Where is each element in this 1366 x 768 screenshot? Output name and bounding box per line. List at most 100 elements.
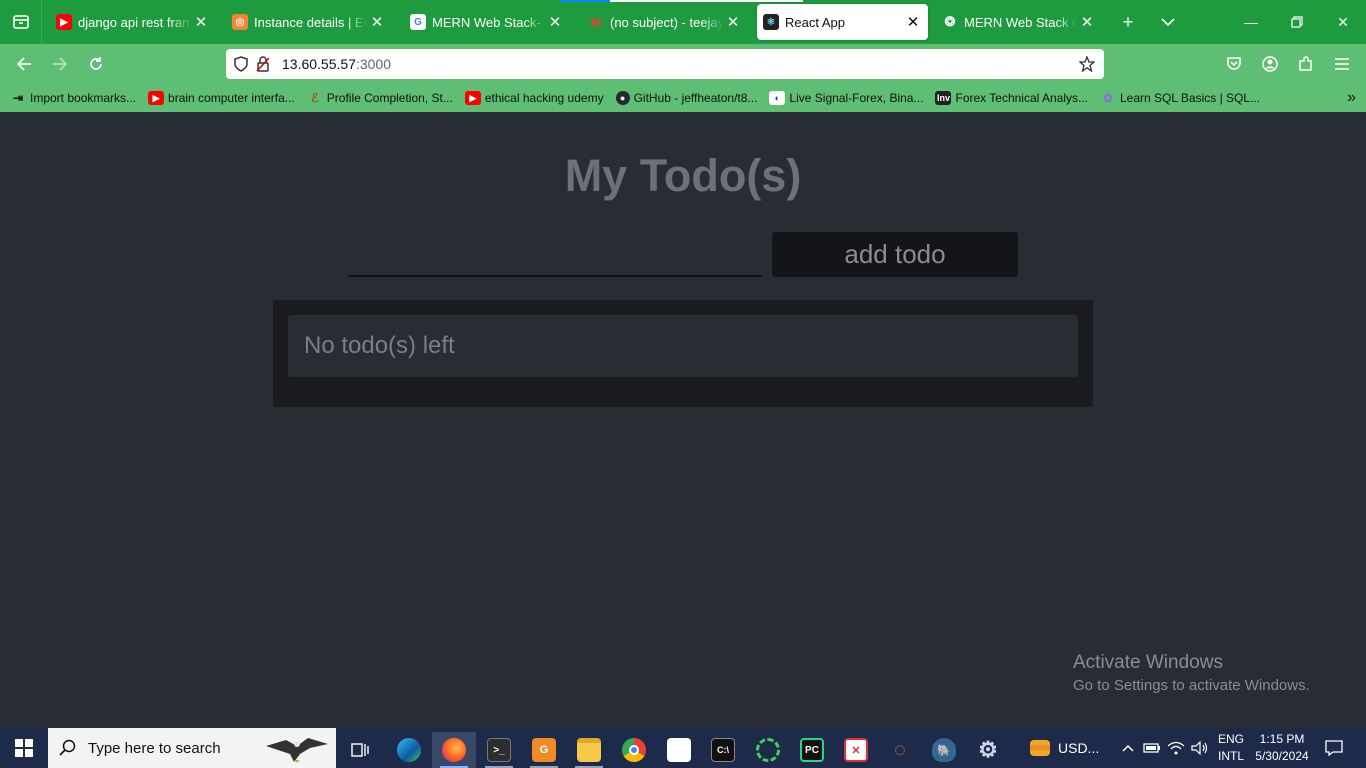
terminal-icon[interactable]: >_ bbox=[477, 732, 521, 768]
page-content: My Todo(s) add todo No todo(s) left Acti… bbox=[0, 112, 1366, 728]
command-prompt-icon[interactable]: C:\ bbox=[701, 732, 745, 768]
bookmark-forex-technical[interactable]: Inv Forex Technical Analys... bbox=[935, 91, 1088, 105]
url-host: 13.60.55.57 bbox=[282, 56, 356, 72]
gpu-z-icon[interactable]: G bbox=[522, 732, 566, 768]
bookmark-label: ethical hacking udemy bbox=[484, 91, 604, 105]
jupyter-icon[interactable]: ◌ bbox=[878, 732, 922, 768]
forward-arrow-icon[interactable] bbox=[46, 50, 74, 78]
crossover-icon[interactable]: ✕ bbox=[834, 732, 878, 768]
page-title: My Todo(s) bbox=[564, 150, 802, 201]
close-icon[interactable]: ✕ bbox=[192, 13, 210, 31]
clock-date: 5/30/2024 bbox=[1255, 749, 1309, 763]
firefox-icon[interactable] bbox=[432, 732, 476, 768]
restore-icon[interactable] bbox=[1274, 0, 1320, 44]
react-icon: ⚛ bbox=[763, 14, 779, 30]
tab-load-indicator bbox=[610, 0, 803, 2]
signal-icon: ◐ bbox=[769, 91, 786, 105]
import-icon: ⇥ bbox=[12, 91, 24, 105]
bookmark-label: Live Signal-Forex, Bina... bbox=[789, 91, 924, 105]
settings-gear-icon[interactable]: ⚙ bbox=[966, 732, 1010, 768]
task-view-icon[interactable] bbox=[338, 732, 382, 768]
reload-icon[interactable] bbox=[82, 50, 110, 78]
spinner-app-icon[interactable] bbox=[746, 732, 790, 768]
pycharm-icon[interactable]: PC bbox=[790, 732, 834, 768]
postgresql-icon[interactable]: 🐘 bbox=[922, 732, 966, 768]
bookmark-github[interactable]: ● GitHub - jeffheaton/t8... bbox=[615, 91, 757, 105]
close-icon[interactable]: ✕ bbox=[1078, 13, 1096, 31]
sql-icon: ✿ bbox=[1102, 91, 1114, 105]
close-icon[interactable]: ✕ bbox=[904, 13, 922, 31]
gmail-icon: M bbox=[590, 14, 602, 30]
clock[interactable]: 1:15 PM 5/30/2024 bbox=[1254, 732, 1310, 763]
bookmark-label: Import bookmarks... bbox=[30, 91, 137, 105]
bookmark-label: Learn SQL Basics | SQL... bbox=[1120, 91, 1261, 105]
navigation-bar: 13.60.55.57:3000 bbox=[0, 44, 1366, 84]
tab-mern-web-stack[interactable]: G MERN Web Stack- 108 ✕ bbox=[406, 4, 568, 40]
upwork-icon: ℰ bbox=[311, 91, 319, 105]
url-port: :3000 bbox=[355, 56, 392, 72]
close-window-icon[interactable]: ✕ bbox=[1320, 0, 1366, 44]
close-icon[interactable]: ✕ bbox=[546, 13, 564, 31]
bookmark-label: Profile Completion, St... bbox=[326, 91, 453, 105]
tab-list-chevron-icon[interactable] bbox=[1154, 8, 1182, 36]
watermark-subtitle: Go to Settings to activate Windows. bbox=[1073, 677, 1310, 694]
menu-icon[interactable] bbox=[1328, 50, 1356, 78]
tab-title: (no subject) - teejayak bbox=[610, 14, 724, 30]
youtube-icon: ▶ bbox=[56, 14, 72, 30]
insecure-lock-icon[interactable] bbox=[252, 53, 274, 75]
activate-windows-watermark: Activate Windows Go to Settings to activ… bbox=[1073, 652, 1310, 694]
tab-manager-icon[interactable] bbox=[0, 0, 42, 44]
tab-mern-overview[interactable]: ❂ MERN Web Stack Over ✕ bbox=[938, 4, 1100, 40]
youtube-icon: ▶ bbox=[148, 91, 165, 105]
bookmark-import[interactable]: ⇥ Import bookmarks... bbox=[10, 91, 136, 105]
bookmark-profile-completion[interactable]: ℰ Profile Completion, St... bbox=[307, 91, 453, 105]
extensions-icon[interactable] bbox=[1292, 50, 1320, 78]
chevron-up-icon[interactable] bbox=[1118, 738, 1138, 758]
chevron-right-double-icon[interactable]: » bbox=[1347, 89, 1356, 107]
search-placeholder: Type here to search bbox=[88, 739, 221, 757]
pocket-icon[interactable] bbox=[1220, 50, 1248, 78]
windows-start-icon[interactable] bbox=[0, 728, 48, 768]
account-icon[interactable] bbox=[1256, 50, 1284, 78]
language-indicator[interactable]: ENG INTL bbox=[1214, 732, 1248, 763]
close-icon[interactable]: ✕ bbox=[368, 13, 386, 31]
bookmark-ethical-hacking[interactable]: ▶ ethical hacking udemy bbox=[464, 91, 604, 105]
todo-input[interactable] bbox=[348, 244, 762, 277]
taskbar-search-box[interactable]: Type here to search bbox=[48, 728, 336, 768]
clock-time: 1:15 PM bbox=[1259, 732, 1305, 746]
bookmark-live-signal[interactable]: ◐ Live Signal-Forex, Bina... bbox=[769, 91, 923, 105]
volume-icon[interactable] bbox=[1190, 738, 1210, 758]
tab-gmail[interactable]: M (no subject) - teejayak ✕ bbox=[584, 4, 746, 40]
minimize-icon[interactable]: — bbox=[1228, 0, 1274, 44]
todo-list: No todo(s) left bbox=[273, 300, 1093, 407]
tracking-shield-icon[interactable] bbox=[230, 53, 252, 75]
back-arrow-icon[interactable] bbox=[10, 50, 38, 78]
tab-instance-details[interactable]: ◎ Instance details | EC2 | ✕ bbox=[228, 4, 390, 40]
address-bar[interactable]: 13.60.55.57:3000 bbox=[226, 49, 1104, 79]
currency-stack-icon[interactable] bbox=[1028, 738, 1052, 758]
edge-icon[interactable] bbox=[387, 732, 431, 768]
tab-django-api[interactable]: ▶ django api rest framew ✕ bbox=[52, 4, 214, 40]
tab-load-indicator bbox=[560, 0, 610, 2]
new-tab-icon[interactable]: + bbox=[1114, 8, 1142, 36]
tab-react-app[interactable]: ⚛ React App ✕ bbox=[757, 4, 928, 40]
battery-icon[interactable] bbox=[1142, 738, 1162, 758]
file-explorer-icon[interactable] bbox=[567, 732, 611, 768]
openai-icon: ❂ bbox=[944, 14, 956, 29]
tab-title: React App bbox=[785, 14, 845, 30]
youtube-icon: ▶ bbox=[464, 91, 481, 105]
close-icon[interactable]: ✕ bbox=[724, 13, 742, 31]
bookmark-learn-sql[interactable]: ✿ Learn SQL Basics | SQL... bbox=[1100, 91, 1260, 105]
tab-title: Instance details | EC2 | bbox=[254, 14, 368, 30]
add-todo-button[interactable]: add todo bbox=[772, 232, 1018, 277]
notifications-icon[interactable] bbox=[1322, 738, 1346, 758]
keyboard-layout: INTL bbox=[1217, 749, 1244, 763]
chrome-icon[interactable] bbox=[612, 732, 656, 768]
wifi-icon[interactable] bbox=[1166, 738, 1186, 758]
tab-title: django api rest framew bbox=[78, 14, 192, 30]
bookmark-brain-computer[interactable]: ▶ brain computer interfa... bbox=[148, 91, 295, 105]
bookmark-star-icon[interactable] bbox=[1076, 53, 1098, 75]
bookmarks-bar: ⇥ Import bookmarks... ▶ brain computer i… bbox=[0, 84, 1366, 112]
microsoft-store-icon[interactable] bbox=[657, 732, 701, 768]
currency-ticker[interactable]: USD... bbox=[1058, 740, 1099, 756]
